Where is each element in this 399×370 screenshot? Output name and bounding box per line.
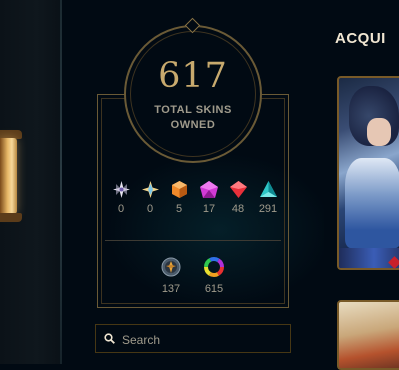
skin-art-face xyxy=(367,118,391,146)
acquisition-title: ACQUI xyxy=(335,30,386,47)
ultimate-gem-icon xyxy=(141,181,159,198)
rarity-ultimate[interactable]: 0 xyxy=(136,181,164,215)
rarity-transcendent[interactable]: 0 xyxy=(107,181,135,215)
rarity-count: 0 xyxy=(117,203,125,215)
skin-art-armor xyxy=(345,158,399,248)
total-label-line1: TOTAL SKINS xyxy=(154,104,232,116)
lantern-base xyxy=(0,213,22,222)
mythic-gem-icon xyxy=(171,181,187,198)
rarity-common[interactable]: 291 xyxy=(254,181,282,215)
rarity-count: 291 xyxy=(258,203,278,215)
chroma-wheel-icon xyxy=(204,257,224,277)
lantern-light xyxy=(0,138,17,214)
rarity-epic[interactable]: 48 xyxy=(224,181,252,215)
rarity-count: 0 xyxy=(146,203,154,215)
orange-essence-icon xyxy=(161,257,181,277)
left-sidebar-edge xyxy=(0,0,62,364)
rarity-count: 5 xyxy=(175,203,183,215)
total-label-line2: OWNED xyxy=(170,119,216,131)
rarity-count: 48 xyxy=(231,203,245,215)
stats-divider xyxy=(105,240,281,241)
total-skins-label: TOTAL SKINS OWNED xyxy=(134,103,252,133)
chroma-currency[interactable]: 615 xyxy=(194,257,234,295)
skin-card[interactable] xyxy=(337,76,399,270)
rarity-counts: 0 0 5 17 48 291 xyxy=(107,181,281,221)
rarity-mythic[interactable]: 5 xyxy=(165,181,193,215)
epic-gem-icon xyxy=(229,181,247,198)
common-gem-icon xyxy=(259,181,277,197)
skin-card[interactable] xyxy=(337,300,399,370)
transcendent-gem-icon xyxy=(112,181,130,198)
rarity-legendary[interactable]: 17 xyxy=(195,181,223,215)
total-skins-count: 617 xyxy=(158,56,228,96)
chroma-count: 615 xyxy=(204,283,224,295)
search-input[interactable] xyxy=(120,329,284,350)
legendary-gem-icon xyxy=(200,181,218,198)
rarity-count: 17 xyxy=(202,203,216,215)
orange-essence-currency[interactable]: 137 xyxy=(151,257,191,295)
search-box[interactable] xyxy=(95,324,291,353)
orange-essence-count: 137 xyxy=(161,283,181,295)
search-icon xyxy=(104,333,115,344)
